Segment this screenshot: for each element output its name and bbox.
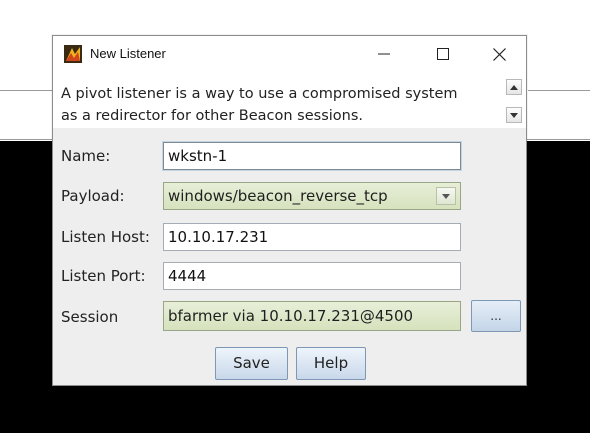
listen-host-label: Listen Host:	[61, 228, 150, 246]
payload-select[interactable]: windows/beacon_reverse_tcp	[163, 182, 461, 210]
new-listener-dialog: New Listener A pivot listener is a way t…	[52, 35, 527, 386]
description-text: A pivot listener is a way to use a compr…	[61, 83, 501, 127]
session-field: bfarmer via 10.10.17.231@4500	[163, 301, 461, 331]
name-input[interactable]: wkstn-1	[163, 142, 461, 170]
close-icon	[492, 47, 506, 61]
chevron-down-icon	[442, 193, 450, 199]
description-line-1: A pivot listener is a way to use a compr…	[61, 86, 458, 102]
minimize-button[interactable]	[361, 36, 407, 72]
scroll-up-button[interactable]	[506, 79, 522, 95]
session-browse-button[interactable]: ...	[471, 300, 521, 332]
payload-dropdown-button[interactable]	[436, 187, 456, 205]
maximize-button[interactable]	[420, 36, 466, 72]
background-separator-left	[0, 90, 53, 91]
description-scrollbar[interactable]	[506, 79, 522, 123]
title-bar[interactable]: New Listener	[53, 36, 526, 74]
minimize-icon	[378, 53, 390, 55]
background-separator-right	[528, 90, 590, 91]
listen-port-label: Listen Port:	[61, 267, 146, 285]
payload-selected-value: windows/beacon_reverse_tcp	[168, 187, 388, 205]
app-icon	[64, 45, 82, 63]
window-title: New Listener	[90, 46, 166, 61]
save-button[interactable]: Save	[215, 347, 288, 380]
close-button[interactable]	[476, 36, 522, 72]
maximize-icon	[437, 48, 449, 60]
description-line-2: as a redirector for other Beacon session…	[61, 108, 364, 124]
scroll-down-button[interactable]	[506, 107, 522, 123]
description-area: A pivot listener is a way to use a compr…	[53, 75, 526, 127]
listener-form: Name: wkstn-1 Payload: windows/beacon_re…	[53, 128, 526, 385]
session-label: Session	[61, 308, 119, 326]
name-label: Name:	[61, 147, 111, 165]
triangle-down-icon	[510, 112, 518, 118]
help-button[interactable]: Help	[296, 347, 366, 380]
listen-port-input[interactable]: 4444	[163, 262, 461, 290]
payload-label: Payload:	[61, 187, 125, 205]
listen-host-input[interactable]: 10.10.17.231	[163, 223, 461, 251]
triangle-up-icon	[510, 84, 518, 90]
